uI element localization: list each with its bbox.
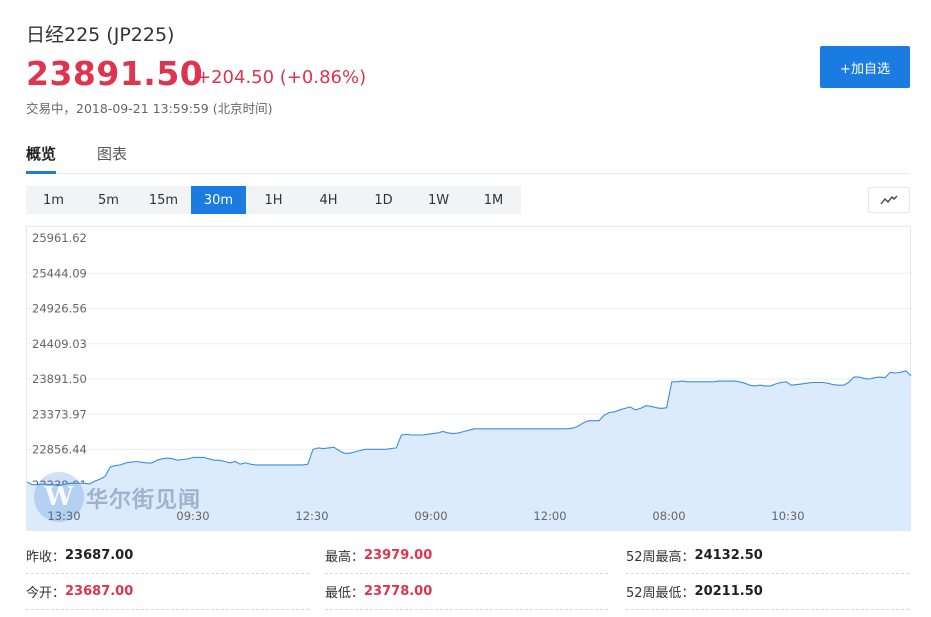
line-chart-icon	[880, 191, 898, 210]
y-tick-label: 25444.09	[32, 266, 87, 280]
stat-value: 20211.50	[694, 584, 763, 599]
period-1d[interactable]: 1D	[356, 186, 411, 214]
period-5m[interactable]: 5m	[81, 186, 136, 214]
stat-value: 23687.00	[65, 548, 134, 563]
price-change: +204.50 (+0.86%)	[196, 67, 367, 88]
stat-prev-close: 昨收： 23687.00	[26, 538, 309, 574]
y-tick-label: 23891.50	[32, 372, 87, 386]
stat-label: 最低：	[325, 586, 365, 601]
period-1h[interactable]: 1H	[246, 186, 301, 214]
period-1w[interactable]: 1W	[411, 186, 466, 214]
x-tick-label: 08:00	[652, 509, 685, 523]
stat-label: 昨收：	[26, 550, 66, 565]
view-tabs: 概览 图表	[26, 143, 910, 174]
y-tick-label: 22856.44	[32, 443, 87, 457]
stat-label: 52周最低：	[626, 586, 695, 601]
trading-status: 交易中，2018-09-21 13:59:59 (北京时间)	[26, 101, 273, 116]
period-selector: 1m 5m 15m 30m 1H 4H 1D 1W 1M	[26, 186, 521, 214]
chart-type-button[interactable]	[868, 187, 910, 213]
instrument-title: 日经225 (JP225)	[26, 24, 175, 46]
stat-high: 最高： 23979.00	[325, 538, 608, 574]
y-tick-label: 23373.97	[32, 407, 87, 421]
stat-label: 52周最高：	[626, 550, 695, 565]
current-price: 23891.50	[26, 54, 204, 93]
y-tick-label: 24409.03	[32, 337, 87, 351]
x-tick-label: 09:00	[414, 509, 447, 523]
tab-overview[interactable]: 概览	[26, 143, 57, 174]
stat-open: 今开： 23687.00	[26, 574, 309, 610]
watermark: W 华尔街见闻	[34, 470, 224, 524]
period-15m[interactable]: 15m	[136, 186, 191, 214]
period-1m[interactable]: 1m	[26, 186, 81, 214]
tab-chart[interactable]: 图表	[97, 143, 127, 173]
y-tick-label: 24926.56	[32, 302, 87, 316]
x-tick-label: 10:30	[771, 509, 804, 523]
period-1mo[interactable]: 1M	[466, 186, 521, 214]
period-4h[interactable]: 4H	[301, 186, 356, 214]
x-tick-label: 12:30	[295, 509, 328, 523]
stat-low: 最低： 23778.00	[325, 574, 608, 610]
stat-label: 今开：	[26, 586, 66, 601]
y-tick-label: 25961.62	[32, 231, 87, 245]
stat-label: 最高：	[325, 550, 365, 565]
stat-52w-low: 52周最低： 20211.50	[626, 574, 909, 610]
stat-value: 23979.00	[364, 548, 433, 563]
stat-value: 23778.00	[364, 584, 433, 599]
watermark-text: 华尔街见闻	[86, 487, 202, 513]
add-to-watchlist-button[interactable]: +加自选	[820, 46, 910, 88]
period-30m[interactable]: 30m	[191, 186, 246, 214]
watermark-logo-icon: W	[34, 472, 84, 522]
stat-52w-high: 52周最高： 24132.50	[626, 538, 909, 574]
x-tick-label: 12:00	[533, 509, 566, 523]
stat-value: 23687.00	[65, 584, 134, 599]
stat-value: 24132.50	[694, 548, 763, 563]
